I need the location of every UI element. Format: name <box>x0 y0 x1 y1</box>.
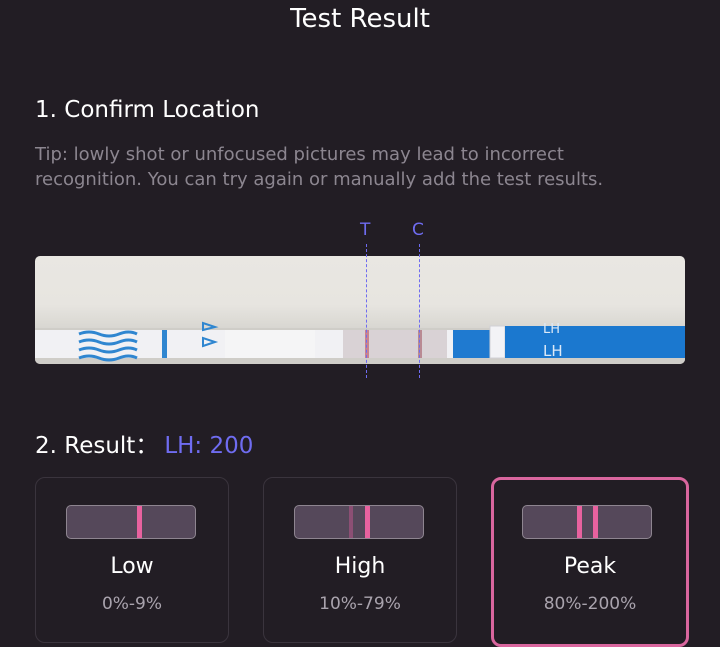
t-marker-label: T <box>360 220 371 240</box>
level-card-peak[interactable]: Peak 80%-200% <box>491 477 689 647</box>
peak-strip-icon <box>522 505 652 539</box>
test-line <box>365 506 370 538</box>
faint-test-line <box>349 506 353 538</box>
level-card-high[interactable]: High 10%-79% <box>263 477 457 643</box>
confirm-location-heading: 1. Confirm Location <box>35 97 260 123</box>
test-line <box>577 506 582 538</box>
result-heading-label: 2. Result： <box>35 433 159 459</box>
tip-text: Tip: lowly shot or unfocused pictures ma… <box>35 144 604 190</box>
high-strip-icon <box>294 505 424 539</box>
test-strip-image: LH LH <box>35 321 685 364</box>
low-strip-icon <box>66 505 196 539</box>
page-title: Test Result <box>290 4 430 34</box>
result-heading: 2. Result： LH: 200 <box>35 426 253 460</box>
strip-lh-mark-2: LH <box>543 342 563 360</box>
test-strip-photo: LH LH <box>35 256 685 364</box>
test-line <box>137 506 142 538</box>
level-card-low[interactable]: Low 0%-9% <box>35 477 229 643</box>
level-label: High <box>334 554 386 579</box>
level-range: 80%-200% <box>543 594 637 614</box>
lh-value: LH: 200 <box>164 433 254 459</box>
level-label: Low <box>110 554 154 579</box>
control-line <box>593 506 598 538</box>
c-marker-line <box>419 244 420 378</box>
level-range: 10%-79% <box>319 594 401 614</box>
level-range: 0%-9% <box>101 594 163 614</box>
strip-lh-mark-1: LH <box>543 322 560 337</box>
level-label: Peak <box>563 554 617 579</box>
c-marker-label: C <box>412 220 424 240</box>
t-marker-line <box>366 244 367 378</box>
